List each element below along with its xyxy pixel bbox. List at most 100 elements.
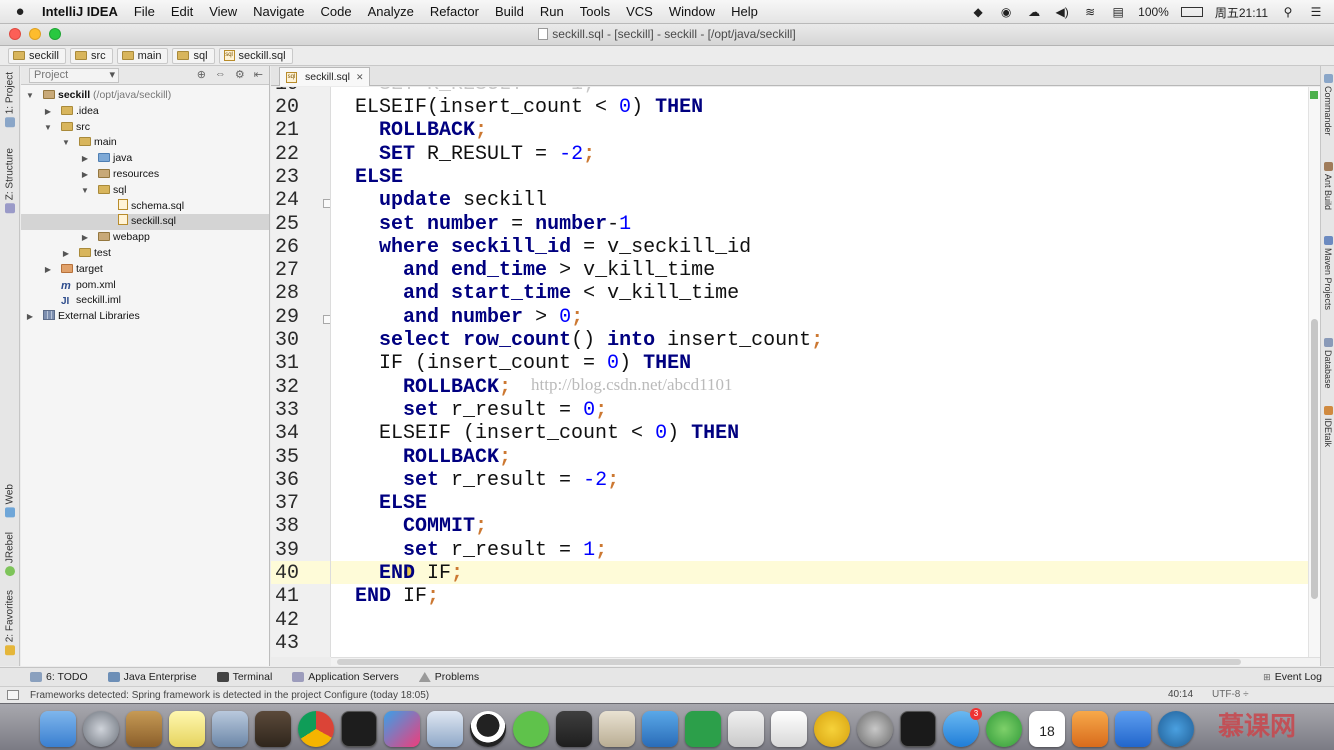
menu-code[interactable]: Code: [312, 4, 359, 19]
breadcrumb-file[interactable]: sql seckill.sql: [218, 47, 293, 64]
collapse-all-icon[interactable]: ⇔: [215, 68, 226, 81]
tree-item-target[interactable]: ▶ target: [21, 262, 269, 278]
tree-item-iml[interactable]: JI seckill.iml: [21, 293, 269, 309]
record-icon[interactable]: ◉: [998, 5, 1014, 19]
gear-icon[interactable]: ⚙: [235, 68, 245, 81]
tree-item-external-libraries[interactable]: ▶ External Libraries: [21, 309, 269, 325]
breadcrumb-sql[interactable]: sql: [172, 47, 215, 64]
pen-app-icon[interactable]: [1115, 711, 1151, 747]
tool-tab-database[interactable]: Database: [1322, 338, 1334, 389]
hide-panel-icon[interactable]: ⇤: [254, 68, 263, 81]
tree-item-webapp[interactable]: ▶ webapp: [21, 230, 269, 246]
chrome-icon[interactable]: [298, 711, 334, 747]
apple-menu-icon[interactable]: ●: [0, 3, 40, 20]
sublime-text-icon[interactable]: [255, 711, 291, 747]
battery-percent[interactable]: 100%: [1138, 5, 1169, 19]
inspection-ok-icon[interactable]: [1310, 91, 1318, 99]
menu-edit[interactable]: Edit: [163, 4, 201, 19]
collapsed-arrow-icon[interactable]: ▶: [80, 151, 90, 167]
notebook-icon[interactable]: [599, 711, 635, 747]
editor-tab-seckill-sql[interactable]: sql seckill.sql ✕: [279, 67, 371, 86]
tree-item-seckill-sql[interactable]: seckill.sql: [21, 214, 269, 231]
expanded-arrow-icon[interactable]: ▼: [43, 120, 53, 136]
expanded-arrow-icon[interactable]: ▼: [25, 88, 35, 104]
expanded-arrow-icon[interactable]: ▼: [80, 183, 90, 199]
tool-tab-web[interactable]: Web: [2, 484, 18, 518]
tool-window-java-enterprise[interactable]: Java Enterprise: [107, 671, 205, 683]
file-encoding[interactable]: UTF-8 ÷: [1212, 689, 1249, 700]
tool-tab-ant-build[interactable]: Ant Build: [1322, 162, 1334, 210]
launchpad-icon[interactable]: [83, 711, 119, 747]
menu-refactor[interactable]: Refactor: [422, 4, 487, 19]
editor-vertical-scrollbar[interactable]: [1308, 87, 1320, 657]
breadcrumb-seckill[interactable]: seckill: [8, 47, 66, 64]
collapsed-arrow-icon[interactable]: ▶: [43, 104, 53, 120]
flag-icon[interactable]: ▤: [1110, 5, 1126, 19]
penguin-icon[interactable]: ◆: [970, 5, 986, 19]
wifi-icon[interactable]: ≋: [1082, 5, 1098, 19]
menubar-clock[interactable]: 周五21:11: [1215, 4, 1268, 21]
finder-icon[interactable]: [40, 711, 76, 747]
menu-help[interactable]: Help: [723, 4, 766, 19]
ibooks-icon[interactable]: [1072, 711, 1108, 747]
tool-window-application-servers[interactable]: Application Servers: [292, 671, 406, 683]
expanded-arrow-icon[interactable]: ▼: [61, 135, 71, 151]
menu-tools[interactable]: Tools: [572, 4, 618, 19]
menu-navigate[interactable]: Navigate: [245, 4, 312, 19]
status-message[interactable]: Frameworks detected: Spring framework is…: [30, 690, 429, 701]
tool-window-event-log[interactable]: ⊞ Event Log: [1263, 671, 1322, 683]
app-store-icon[interactable]: 3: [943, 708, 982, 747]
volume-icon[interactable]: ◀): [1054, 5, 1070, 19]
menu-analyze[interactable]: Analyze: [360, 4, 422, 19]
writing-app-icon[interactable]: [728, 711, 764, 747]
breadcrumb-main[interactable]: main: [116, 47, 169, 64]
collapsed-arrow-icon[interactable]: ▶: [25, 309, 35, 325]
project-view-selector[interactable]: Project: [29, 67, 119, 83]
tree-item-idea[interactable]: ▶ .idea: [21, 104, 269, 120]
menu-window[interactable]: Window: [661, 4, 723, 19]
notification-center-icon[interactable]: ☰: [1308, 5, 1324, 19]
tool-tab-jrebel[interactable]: JRebel: [2, 532, 18, 577]
caret-position[interactable]: 40:14: [1168, 689, 1193, 700]
collapsed-arrow-icon[interactable]: ▶: [80, 167, 90, 183]
close-tab-icon[interactable]: ✕: [356, 72, 364, 83]
tree-item-schema-sql[interactable]: schema.sql: [21, 198, 269, 215]
wechat-icon[interactable]: [513, 711, 549, 747]
tool-tab-project[interactable]: 1: Project: [2, 72, 18, 128]
menu-file[interactable]: File: [126, 4, 163, 19]
fold-marker-icon[interactable]: [323, 199, 330, 208]
scroll-from-source-icon[interactable]: ⊕: [197, 68, 206, 81]
intellij-icon[interactable]: [384, 711, 420, 747]
sketch-icon[interactable]: [814, 711, 850, 747]
tool-window-problems[interactable]: Problems: [418, 671, 487, 683]
tool-tab-favorites[interactable]: 2: Favorites: [2, 590, 18, 656]
menu-run[interactable]: Run: [532, 4, 572, 19]
tool-tab-maven[interactable]: Maven Projects: [1322, 236, 1334, 310]
scrollbar-thumb[interactable]: [337, 659, 1241, 665]
toggle-tool-windows-icon[interactable]: [7, 690, 19, 700]
numbers-chart-icon[interactable]: [771, 711, 807, 747]
cloud-sync-icon[interactable]: ☁: [1026, 5, 1042, 19]
fold-marker-icon[interactable]: [323, 315, 330, 324]
collapsed-arrow-icon[interactable]: ▶: [80, 230, 90, 246]
calendar-icon[interactable]: 18: [1029, 711, 1065, 747]
breadcrumb-src[interactable]: src: [69, 47, 113, 64]
menu-build[interactable]: Build: [487, 4, 532, 19]
terminal-app-icon[interactable]: [341, 711, 377, 747]
tree-item-test[interactable]: ▶ test: [21, 246, 269, 262]
code-editor[interactable]: SET R_RESULT = -1; ELSEIF(insert_count <…: [331, 87, 1308, 657]
xmind-icon[interactable]: [685, 711, 721, 747]
editor-horizontal-scrollbar[interactable]: [331, 657, 1320, 666]
swift-app-icon[interactable]: [1158, 711, 1194, 747]
tree-item-src[interactable]: ▼ src: [21, 120, 269, 136]
spotlight-search-icon[interactable]: ⚲: [1280, 5, 1296, 19]
notes-book-icon[interactable]: [126, 711, 162, 747]
tree-item-main[interactable]: ▼ main: [21, 135, 269, 151]
collapsed-arrow-icon[interactable]: ▶: [43, 262, 53, 278]
qq-icon[interactable]: [470, 711, 506, 747]
menu-view[interactable]: View: [201, 4, 245, 19]
preview-photos-icon[interactable]: [427, 711, 463, 747]
tool-window-terminal[interactable]: Terminal: [216, 671, 281, 683]
tool-tab-commander[interactable]: Commander: [1322, 74, 1334, 136]
tree-item-resources[interactable]: ▶ resources: [21, 167, 269, 183]
